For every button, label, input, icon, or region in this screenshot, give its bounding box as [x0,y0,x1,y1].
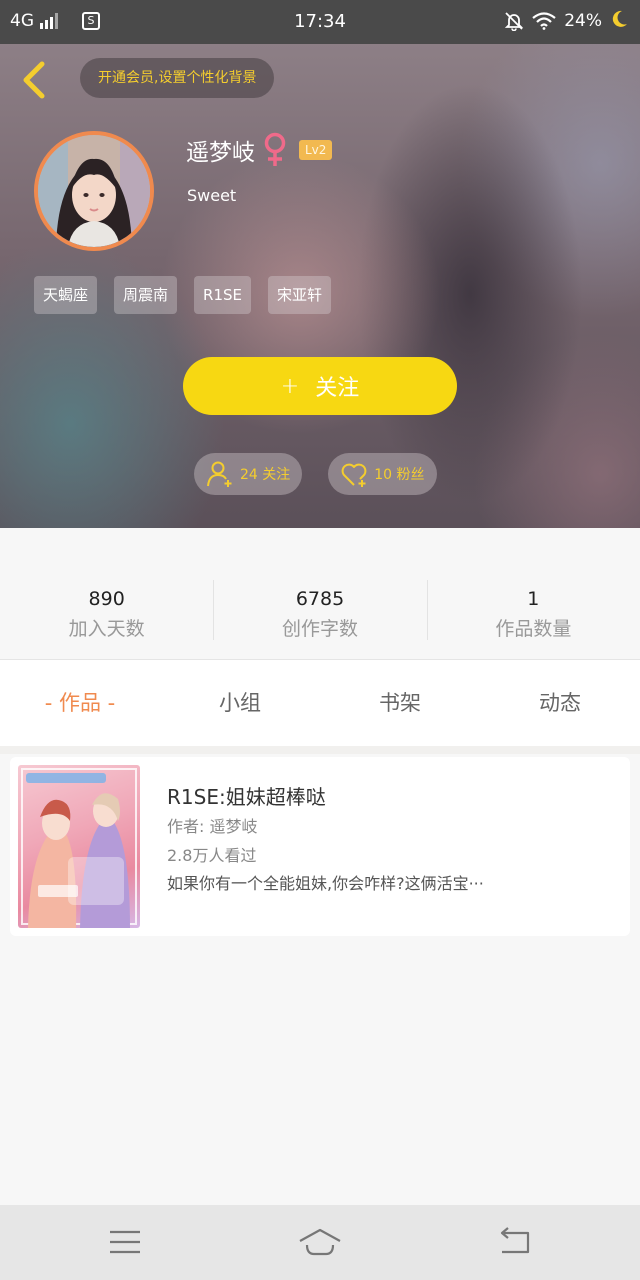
mute-bell-icon [505,12,524,31]
stat-value: 6785 [295,588,345,610]
stat-join-days: 890 加入天数 [0,528,213,660]
fans-count: 10 粉丝 [374,467,425,483]
female-icon [264,132,286,166]
chevron-left-icon[interactable] [16,58,52,102]
home-icon[interactable] [298,1227,342,1257]
interest-tags: 天蝎座 周震南 R1SE 宋亚轩 [34,276,332,314]
following-button[interactable]: 24 关注 [194,453,303,495]
tab-works[interactable]: - 作品 - [0,660,160,746]
tag[interactable]: 周震南 [114,276,178,314]
work-card[interactable]: R1SE:姐妹超棒哒 作者: 遥梦岐 2.8万人看过 如果你有一个全能姐妹,你会… [10,757,630,936]
status-right: 24% [504,11,602,31]
signature: Sweet [187,186,237,205]
avatar[interactable] [34,131,154,251]
avatar-portrait [38,135,150,247]
plus-icon: + [280,373,300,399]
vip-background-button[interactable]: 开通会员,设置个性化背景 [80,58,275,98]
stat-value: 1 [527,588,540,610]
stats-row: 890 加入天数 6785 创作字数 1 作品数量 [0,528,640,660]
book-cover[interactable] [18,765,140,928]
tag[interactable]: R1SE [194,276,251,314]
tag[interactable]: 宋亚轩 [268,276,332,314]
menu-icon[interactable] [108,1227,142,1257]
add-person-icon [207,461,232,487]
stat-value: 890 [88,588,125,610]
tag[interactable]: 天蝎座 [34,276,98,314]
book-description: 如果你有一个全能姐妹,你会咋样?这俩活宝··· [167,874,484,893]
stat-label: 创作字数 [281,618,358,640]
back-arrow-icon[interactable] [498,1227,534,1257]
follow-label: 关注 [315,376,360,401]
tab-groups[interactable]: 小组 [160,660,320,746]
name-row: 遥梦岐 Lv2 [186,132,333,168]
stat-label: 作品数量 [495,618,572,640]
heart-plus-icon [341,463,367,487]
book-views: 2.8万人看过 [167,846,257,865]
stat-works-count: 1 作品数量 [426,528,640,660]
level-badge: Lv2 [299,140,333,160]
tab-activity[interactable]: 动态 [480,660,640,746]
status-bar: 4G S 17:34 24% [0,0,640,44]
book-cover-art [21,768,137,928]
following-count: 24 关注 [240,467,291,483]
book-author: 作者: 遥梦岐 [167,817,258,836]
username: 遥梦岐 [186,140,255,166]
tab-bookshelf[interactable]: 书架 [320,660,480,746]
wifi-icon [532,12,556,30]
follow-button[interactable]: + 关注 [183,357,457,415]
book-title[interactable]: R1SE:姐妹超棒哒 [167,781,326,810]
battery-level: 24% [564,11,602,31]
fans-button[interactable]: 10 粉丝 [328,453,437,495]
social-counts: 24 关注 10 粉丝 [194,453,437,495]
system-nav-bar [0,1205,640,1280]
charging-moon-icon [612,10,627,27]
stat-word-count: 6785 创作字数 [213,528,426,660]
profile-tabs: - 作品 - 小组 书架 动态 [0,660,640,746]
stat-label: 加入天数 [68,618,145,640]
divider [0,746,640,754]
profile-header: 开通会员,设置个性化背景 遥梦岐 Lv2 Sweet 天蝎座 周震南 R1SE … [0,44,640,528]
